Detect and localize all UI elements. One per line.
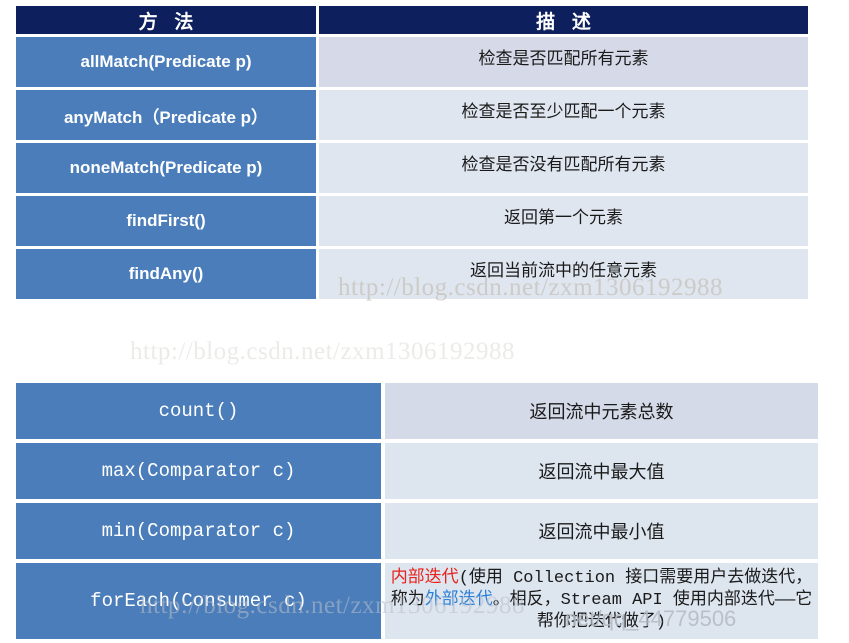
description-cell: 内部迭代(使用 Collection 接口需要用户去做迭代，称为外部迭代。相反，… <box>385 563 818 639</box>
method-cell: min(Comparator c) <box>16 503 381 559</box>
table-row: count() 返回流中元素总数 <box>16 383 818 439</box>
method-cell: allMatch(Predicate p) <box>16 37 316 87</box>
method-cell: anyMatch（Predicate p） <box>16 90 316 140</box>
table1-header-description: 描 述 <box>536 11 597 33</box>
description-cell: 返回当前流中的任意元素 <box>319 249 808 299</box>
table1-header-method: 方 法 <box>138 11 200 33</box>
table1-header-row: 方 法 描 述 <box>16 6 808 34</box>
description-cell: 返回第一个元素 <box>319 196 808 246</box>
table-row: min(Comparator c) 返回流中最小值 <box>16 503 818 559</box>
stream-reduction-methods-table: count() 返回流中元素总数 max(Comparator c) 返回流中最… <box>16 383 818 643</box>
table-row: findAny() 返回当前流中的任意元素 <box>16 249 808 299</box>
description-cell: 返回流中元素总数 <box>385 383 818 439</box>
table-row: forEach(Consumer c) 内部迭代(使用 Collection 接… <box>16 563 818 639</box>
table-row: noneMatch(Predicate p) 检查是否没有匹配所有元素 <box>16 143 808 193</box>
description-cell: 检查是否至少匹配一个元素 <box>319 90 808 140</box>
watermark-csdn-middle: http://blog.csdn.net/zxm1306192988 <box>130 338 516 365</box>
method-cell: findFirst() <box>16 196 316 246</box>
description-cell: 返回流中最小值 <box>385 503 818 559</box>
description-cell: 检查是否匹配所有元素 <box>319 37 808 87</box>
description-cell: 检查是否没有匹配所有元素 <box>319 143 808 193</box>
description-cell: 返回流中最大值 <box>385 443 818 499</box>
stream-matching-methods-table: 方 法 描 述 allMatch(Predicate p) 检查是否匹配所有元素… <box>16 6 808 302</box>
method-cell: forEach(Consumer c) <box>16 563 381 639</box>
description-text-part-2: 。相反，Stream API 使用内部迭代——它帮你把迭代做了) <box>492 590 813 632</box>
description-highlight-external: 外部迭代 <box>424 590 493 610</box>
method-cell: max(Comparator c) <box>16 443 381 499</box>
description-highlight-internal: 内部迭代 <box>390 569 459 588</box>
method-cell: noneMatch(Predicate p) <box>16 143 316 193</box>
table-row: findFirst() 返回第一个元素 <box>16 196 808 246</box>
method-cell: findAny() <box>16 249 316 299</box>
table-row: max(Comparator c) 返回流中最大值 <box>16 443 818 499</box>
slide-page: http://blog.csdn.net/zxm1306192988 http:… <box>0 0 849 641</box>
table-row: allMatch(Predicate p) 检查是否匹配所有元素 <box>16 37 808 87</box>
table-row: anyMatch（Predicate p） 检查是否至少匹配一个元素 <box>16 90 808 140</box>
method-cell: count() <box>16 383 381 439</box>
